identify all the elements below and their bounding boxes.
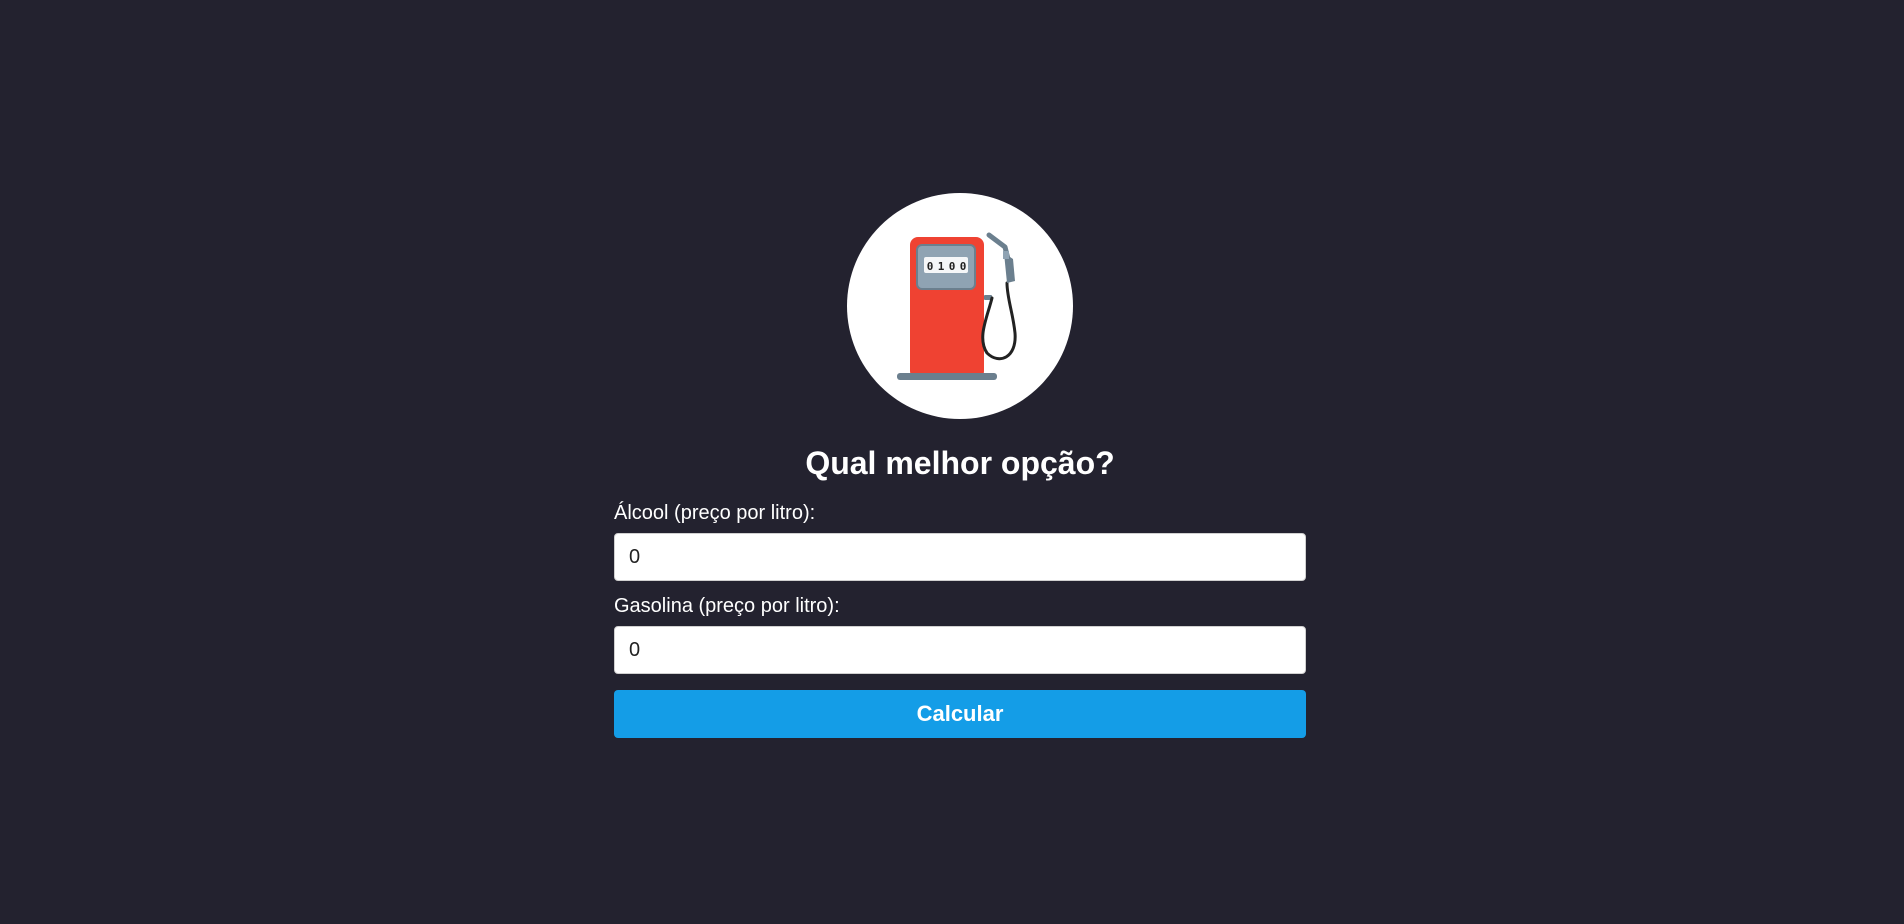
fuel-calculator-form: 0 1 0 0 Qual melhor opção? Álcool (preço… xyxy=(614,193,1306,738)
logo-circle: 0 1 0 0 xyxy=(847,193,1073,419)
page-title: Qual melhor opção? xyxy=(805,445,1115,481)
pump-display-digit: 0 xyxy=(960,260,967,273)
calcular-button[interactable]: Calcular xyxy=(614,690,1306,738)
fuel-pump-icon: 0 1 0 0 xyxy=(897,232,1017,380)
alcool-price-input[interactable] xyxy=(614,533,1306,581)
pump-display-digit: 0 xyxy=(949,260,956,273)
gasolina-label: Gasolina (preço por litro): xyxy=(614,595,840,617)
gasolina-price-input[interactable] xyxy=(614,626,1306,674)
pump-display-digit: 0 xyxy=(927,260,934,273)
alcool-label: Álcool (preço por litro): xyxy=(614,502,816,524)
page: 0 1 0 0 Qual melhor opção? Álcool (preço… xyxy=(0,0,1904,924)
pump-display-digit: 1 xyxy=(938,260,945,273)
